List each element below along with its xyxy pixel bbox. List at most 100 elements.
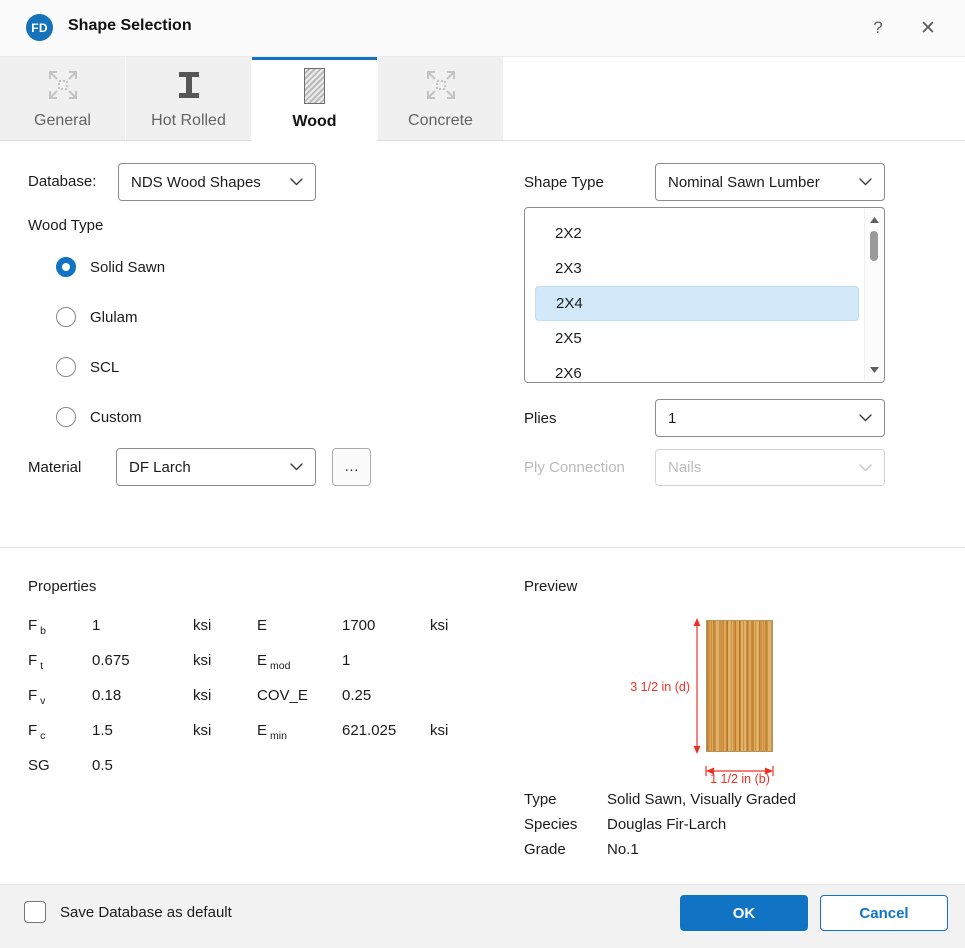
- width-dimension-label: 1 1/2 in (b): [680, 772, 800, 786]
- properties-table: Fb 1 ksi E 1700 ksi Ft 0.675 ksi Emod 1 …: [28, 608, 472, 783]
- properties-title: Properties: [28, 578, 96, 595]
- prop-symbol: Fv: [28, 687, 92, 704]
- plies-value: 1: [668, 410, 859, 427]
- scrollbar-thumb[interactable]: [870, 231, 878, 261]
- title-bar: FD Shape Selection ? ✕: [0, 0, 965, 57]
- shape-type-label: Shape Type: [524, 174, 604, 191]
- preview-info: Type Solid Sawn, Visually Graded Species…: [524, 787, 796, 862]
- radio-custom[interactable]: Custom: [56, 407, 142, 427]
- prop-symbol: E: [257, 617, 342, 634]
- preview-title: Preview: [524, 578, 577, 595]
- cancel-button[interactable]: Cancel: [820, 895, 948, 931]
- tab-general[interactable]: General: [0, 57, 125, 140]
- list-item[interactable]: 2X3: [535, 251, 859, 286]
- database-dropdown[interactable]: NDS Wood Shapes: [118, 163, 316, 201]
- chevron-down-icon: [859, 414, 872, 422]
- wood-section-preview: [706, 620, 773, 752]
- material-value: DF Larch: [129, 459, 290, 476]
- prop-unit: ksi: [193, 652, 257, 669]
- preview-grade-label: Grade: [524, 841, 607, 858]
- radio-label-scl: SCL: [90, 359, 119, 376]
- app-logo: FD: [26, 14, 53, 41]
- shape-type-value: Nominal Sawn Lumber: [668, 174, 859, 191]
- i-beam-icon: [173, 65, 205, 105]
- list-item-selected[interactable]: 2X4: [535, 286, 859, 321]
- tab-wood[interactable]: Wood: [252, 57, 377, 141]
- save-database-checkbox-label: Save Database as default: [60, 904, 232, 921]
- radio-button-icon[interactable]: [56, 357, 76, 377]
- database-value: NDS Wood Shapes: [131, 174, 290, 191]
- chevron-down-icon: [290, 178, 303, 186]
- prop-symbol: Emod: [257, 652, 342, 669]
- prop-unit: ksi: [430, 722, 472, 739]
- scroll-up-icon[interactable]: [865, 213, 884, 227]
- tab-label-concrete: Concrete: [408, 112, 473, 130]
- chevron-down-icon: [859, 464, 872, 472]
- scroll-down-icon[interactable]: [865, 363, 884, 377]
- tab-bar: General Hot Rolled Wood Concrete: [0, 57, 965, 141]
- ply-connection-label: Ply Connection: [524, 459, 625, 476]
- prop-unit: ksi: [193, 617, 257, 634]
- shape-type-dropdown[interactable]: Nominal Sawn Lumber: [655, 163, 885, 201]
- radio-scl[interactable]: SCL: [56, 357, 119, 377]
- prop-unit: ksi: [193, 687, 257, 704]
- radio-button-icon[interactable]: [56, 257, 76, 277]
- radio-solid-sawn[interactable]: Solid Sawn: [56, 257, 165, 277]
- shape-selection-dialog: FD Shape Selection ? ✕ General Hot Rolle…: [0, 0, 965, 948]
- radio-button-icon[interactable]: [56, 407, 76, 427]
- radio-label-glulam: Glulam: [90, 309, 138, 326]
- save-database-checkbox[interactable]: [24, 901, 46, 923]
- prop-value: 0.5: [92, 757, 193, 774]
- shape-listbox[interactable]: 2X2 2X3 2X4 2X5 2X6: [524, 207, 885, 383]
- prop-value: 1: [92, 617, 193, 634]
- scrollbar[interactable]: [864, 209, 883, 381]
- prop-value: 0.25: [342, 687, 430, 704]
- ply-connection-value: Nails: [668, 459, 859, 476]
- chevron-down-icon: [859, 178, 872, 186]
- list-item[interactable]: 2X5: [535, 321, 859, 356]
- ply-connection-dropdown: Nails: [655, 449, 885, 486]
- preview-grade-value: No.1: [607, 841, 639, 858]
- close-icon[interactable]: ✕: [911, 12, 945, 44]
- help-button[interactable]: ?: [861, 12, 895, 44]
- database-label: Database:: [28, 173, 96, 190]
- radio-label-custom: Custom: [90, 409, 142, 426]
- wood-section-icon: [304, 66, 325, 106]
- preview-type-value: Solid Sawn, Visually Graded: [607, 791, 796, 808]
- tab-label-hot-rolled: Hot Rolled: [151, 112, 226, 130]
- plies-dropdown[interactable]: 1: [655, 399, 885, 437]
- general-shape-icon: [46, 65, 80, 105]
- prop-symbol: Fb: [28, 617, 92, 634]
- prop-value: 0.18: [92, 687, 193, 704]
- concrete-shape-icon: [424, 65, 458, 105]
- ok-button[interactable]: OK: [680, 895, 808, 931]
- prop-symbol: Emin: [257, 722, 342, 739]
- prop-symbol: Ft: [28, 652, 92, 669]
- section-divider: [0, 547, 965, 548]
- plies-label: Plies: [524, 410, 557, 427]
- list-item[interactable]: 2X6: [535, 356, 859, 383]
- radio-button-icon[interactable]: [56, 307, 76, 327]
- prop-value: 1: [342, 652, 430, 669]
- radio-glulam[interactable]: Glulam: [56, 307, 138, 327]
- page-title: Shape Selection: [68, 17, 192, 35]
- prop-value: 0.675: [92, 652, 193, 669]
- material-dropdown[interactable]: DF Larch: [116, 448, 316, 486]
- prop-value: 1700: [342, 617, 430, 634]
- depth-dimension-label: 3 1/2 in (d): [600, 680, 690, 694]
- prop-value: 621.025: [342, 722, 430, 739]
- chevron-down-icon: [290, 463, 303, 471]
- tab-concrete[interactable]: Concrete: [378, 57, 503, 140]
- list-item[interactable]: 2X2: [535, 216, 859, 251]
- prop-unit: ksi: [193, 722, 257, 739]
- material-more-button[interactable]: …: [332, 448, 371, 486]
- radio-label-solid-sawn: Solid Sawn: [90, 259, 165, 276]
- preview-species-label: Species: [524, 816, 607, 833]
- tab-label-general: General: [34, 112, 91, 130]
- depth-dimension-line: [691, 618, 703, 754]
- material-label: Material: [28, 459, 81, 476]
- prop-symbol: COV_E: [257, 687, 342, 704]
- preview-type-label: Type: [524, 791, 607, 808]
- tab-label-wood: Wood: [292, 113, 336, 131]
- tab-hot-rolled[interactable]: Hot Rolled: [126, 57, 251, 140]
